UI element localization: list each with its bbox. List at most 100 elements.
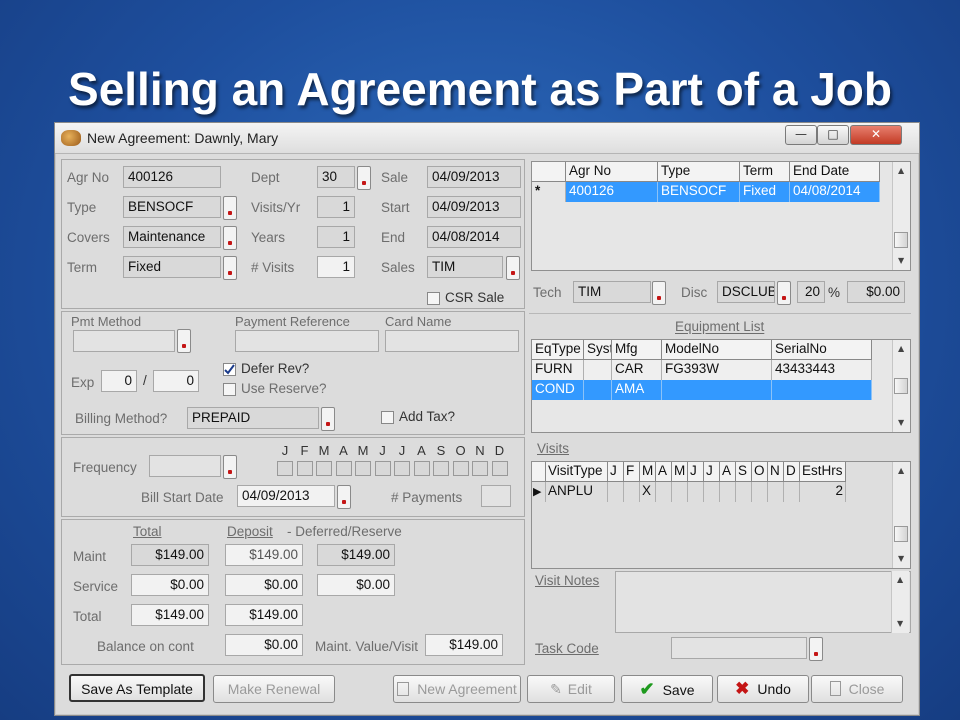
sales-field[interactable]: TIM xyxy=(427,256,503,278)
table-cell[interactable]: COND xyxy=(532,380,584,400)
month-checkbox[interactable] xyxy=(433,461,449,476)
tech-field[interactable]: TIM xyxy=(573,281,651,303)
table-cell[interactable]: Fixed xyxy=(740,182,790,202)
minimize-button[interactable]: — xyxy=(785,125,817,145)
month-checkbox[interactable] xyxy=(374,461,391,476)
scroll-thumb[interactable] xyxy=(894,232,908,248)
bill-start-date-dropdown-button[interactable] xyxy=(337,485,351,509)
maint-deposit-field[interactable]: $149.00 xyxy=(225,544,303,566)
table-cell[interactable]: 400126 xyxy=(566,182,658,202)
table-cell[interactable]: ANPLU xyxy=(546,482,608,502)
sales-dropdown-button[interactable] xyxy=(506,256,520,280)
column-header[interactable]: A xyxy=(720,462,736,482)
column-header[interactable]: M xyxy=(640,462,656,482)
payments-field[interactable] xyxy=(481,485,511,507)
new-agreement-button[interactable]: New Agreement xyxy=(393,675,521,703)
month-checkbox[interactable] xyxy=(296,461,313,476)
table-cell[interactable]: 2 xyxy=(800,482,846,502)
month-checkbox[interactable] xyxy=(316,461,332,476)
scroll-up-icon[interactable]: ▲ xyxy=(898,166,904,175)
add-tax-checkbox[interactable] xyxy=(381,411,394,424)
column-header[interactable]: End Date xyxy=(790,162,880,182)
exp-year-field[interactable]: 0 xyxy=(153,370,199,392)
table-cell[interactable] xyxy=(772,380,872,400)
visits-yr-field[interactable]: 1 xyxy=(317,196,355,218)
scroll-up-icon[interactable]: ▲ xyxy=(897,575,903,584)
covers-dropdown-button[interactable] xyxy=(223,226,237,250)
save-button[interactable]: ✔ Save xyxy=(621,675,713,703)
column-header[interactable]: F xyxy=(624,462,640,482)
table-cell[interactable] xyxy=(704,482,720,502)
covers-field[interactable]: Maintenance xyxy=(123,226,221,248)
exp-month-field[interactable]: 0 xyxy=(101,370,137,392)
service-deposit-field[interactable]: $0.00 xyxy=(225,574,303,596)
agreements-scrollbar[interactable]: ▲ ▼ xyxy=(892,162,910,270)
column-header[interactable]: Agr No xyxy=(566,162,658,182)
close-window-button[interactable]: ✕ xyxy=(850,125,902,145)
month-checkbox[interactable] xyxy=(277,461,293,476)
card-name-field[interactable] xyxy=(385,330,519,352)
visit-notes-field[interactable] xyxy=(615,571,911,633)
make-renewal-button[interactable]: Make Renewal xyxy=(213,675,335,703)
start-date-field[interactable]: 04/09/2013 xyxy=(427,196,521,218)
table-cell[interactable]: FG393W xyxy=(662,360,772,380)
column-header[interactable]: Mfg xyxy=(612,340,662,360)
csr-sale-checkbox[interactable] xyxy=(427,292,440,305)
column-header[interactable]: S xyxy=(736,462,752,482)
disc-dropdown-button[interactable] xyxy=(777,281,791,305)
table-cell[interactable] xyxy=(784,482,800,502)
month-checkbox[interactable] xyxy=(491,461,508,476)
save-as-template-button[interactable]: Save As Template xyxy=(69,674,205,702)
pmt-method-dropdown-button[interactable] xyxy=(177,329,191,353)
edit-button[interactable]: ✎ Edit xyxy=(527,675,615,703)
dept-field[interactable]: 30 xyxy=(317,166,355,188)
scroll-down-icon[interactable]: ▼ xyxy=(898,418,904,427)
table-cell[interactable] xyxy=(584,380,612,400)
column-header[interactable]: SerialNo xyxy=(772,340,872,360)
tech-dropdown-button[interactable] xyxy=(652,281,666,305)
use-reserve-checkbox[interactable] xyxy=(223,383,236,396)
table-cell[interactable]: 04/08/2014 xyxy=(790,182,880,202)
agr-no-field[interactable]: 400126 xyxy=(123,166,221,188)
column-header[interactable]: Type xyxy=(658,162,740,182)
scroll-down-icon[interactable]: ▼ xyxy=(898,256,904,265)
column-header[interactable]: EqType xyxy=(532,340,584,360)
column-header[interactable]: A xyxy=(656,462,672,482)
table-cell[interactable] xyxy=(624,482,640,502)
table-cell[interactable] xyxy=(720,482,736,502)
equipment-scrollbar[interactable]: ▲ ▼ xyxy=(892,340,910,432)
num-visits-field[interactable]: 1 xyxy=(317,256,355,278)
task-code-field[interactable] xyxy=(671,637,807,659)
disc-pct-field[interactable]: 20 xyxy=(797,281,825,303)
table-cell[interactable] xyxy=(608,482,624,502)
table-cell[interactable] xyxy=(672,482,688,502)
month-checkbox[interactable] xyxy=(452,461,469,476)
month-checkbox[interactable] xyxy=(413,461,430,476)
frequency-field[interactable] xyxy=(149,455,221,477)
years-field[interactable]: 1 xyxy=(317,226,355,248)
table-cell[interactable]: X xyxy=(640,482,656,502)
defer-rev-checkbox[interactable] xyxy=(223,363,236,376)
column-header[interactable]: VisitType xyxy=(546,462,608,482)
visit-notes-scrollbar[interactable]: ▲ ▼ xyxy=(891,571,909,633)
payment-reference-field[interactable] xyxy=(235,330,379,352)
table-cell[interactable] xyxy=(688,482,704,502)
column-header[interactable]: O xyxy=(752,462,768,482)
dept-dropdown-button[interactable] xyxy=(357,166,371,190)
scroll-up-icon[interactable]: ▲ xyxy=(898,344,904,353)
column-header[interactable]: J xyxy=(704,462,720,482)
column-header[interactable]: J xyxy=(608,462,624,482)
table-cell[interactable]: AMA xyxy=(612,380,662,400)
column-header[interactable]: J xyxy=(688,462,704,482)
month-checkbox[interactable] xyxy=(335,461,352,476)
frequency-dropdown-button[interactable] xyxy=(223,455,237,479)
scroll-down-icon[interactable]: ▼ xyxy=(898,554,904,563)
table-cell[interactable] xyxy=(656,482,672,502)
billing-method-field[interactable]: PREPAID xyxy=(187,407,319,429)
column-header[interactable]: EstHrs xyxy=(800,462,846,482)
bill-start-date-field[interactable]: 04/09/2013 xyxy=(237,485,335,507)
column-header[interactable]: ModelNo xyxy=(662,340,772,360)
undo-button[interactable]: ✖ Undo xyxy=(717,675,809,703)
close-button[interactable]: Close xyxy=(811,675,903,703)
table-cell[interactable] xyxy=(736,482,752,502)
